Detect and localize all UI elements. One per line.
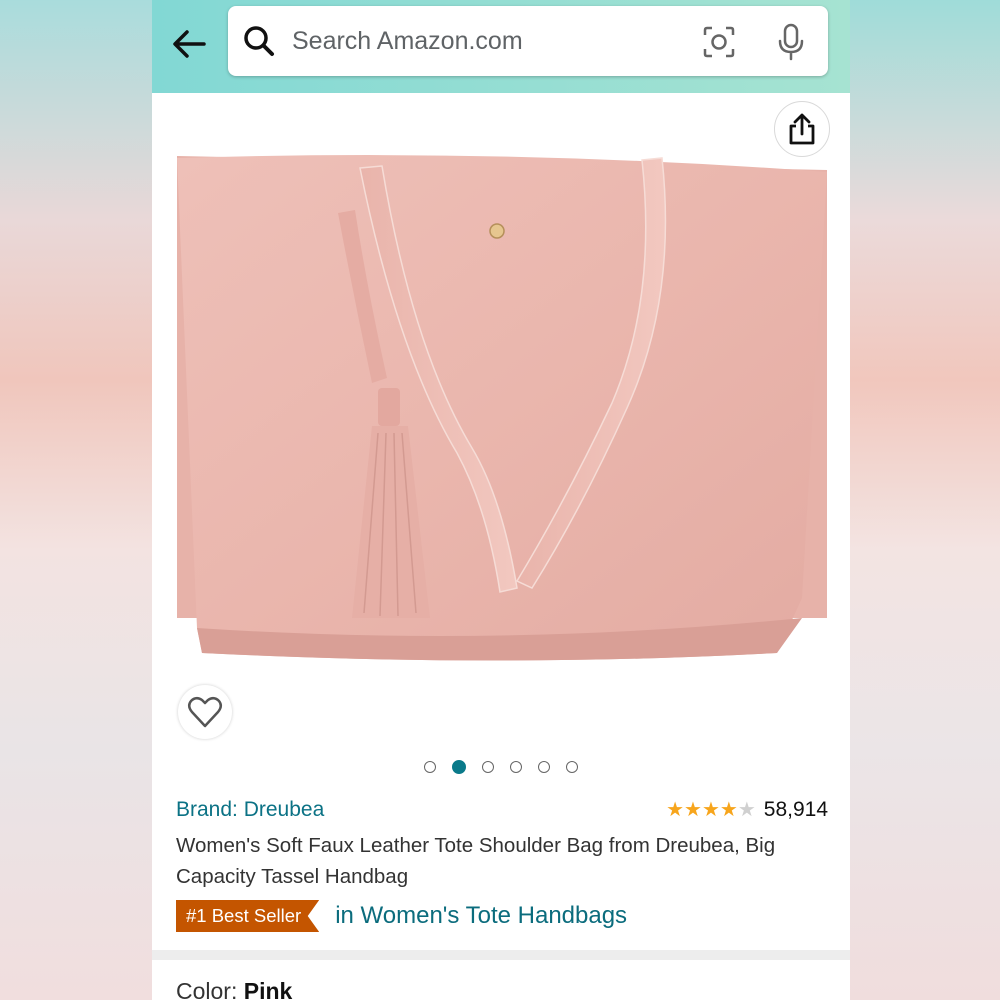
microphone-icon[interactable]	[774, 23, 808, 61]
product-info: Brand: Dreubea ★ ★ ★ ★ ★ 58,914 Women's …	[176, 798, 828, 932]
gallery-dot-active[interactable]	[452, 760, 466, 774]
gallery-dot[interactable]	[482, 761, 494, 773]
star-icon: ★	[666, 799, 685, 821]
product-image-gallery[interactable]	[152, 93, 850, 753]
star-rating: ★ ★ ★ ★ ★	[666, 800, 756, 820]
heart-icon	[188, 697, 222, 728]
gallery-dot[interactable]	[538, 761, 550, 773]
wishlist-button[interactable]	[178, 685, 232, 739]
best-seller-category-link[interactable]: in Women's Tote Handbags	[335, 902, 627, 930]
search-bar[interactable]	[228, 6, 828, 76]
search-icon	[244, 26, 274, 56]
back-button[interactable]	[170, 24, 210, 64]
back-arrow-icon	[173, 30, 206, 58]
search-input[interactable]	[290, 20, 674, 62]
camera-icon[interactable]	[702, 25, 736, 59]
star-icon: ★	[701, 799, 720, 821]
color-value: Pink	[243, 978, 293, 1000]
gallery-dot[interactable]	[566, 761, 578, 773]
best-seller-row[interactable]: #1 Best Seller in Women's Tote Handbags	[176, 900, 627, 932]
tote-bag-image	[177, 155, 827, 661]
gallery-pagination	[152, 753, 850, 781]
rating-count: 58,914	[763, 798, 828, 821]
color-selector: Color: Pink	[176, 978, 292, 1000]
star-icon: ★	[684, 799, 702, 821]
best-seller-badge: #1 Best Seller	[176, 900, 320, 932]
color-label: Color:	[176, 978, 238, 1000]
app-screen: Brand: Dreubea ★ ★ ★ ★ ★ 58,914 Women's …	[152, 0, 850, 1000]
section-divider	[152, 950, 850, 960]
product-title: Women's Soft Faux Leather Tote Shoulder …	[176, 834, 776, 888]
search-header	[152, 0, 850, 93]
star-icon: ★	[719, 799, 738, 821]
background-blur-right	[850, 0, 1000, 1000]
background-blur-left	[0, 0, 152, 1000]
star-empty-icon: ★	[737, 799, 756, 821]
rating-summary[interactable]: ★ ★ ★ ★ ★ 58,914	[666, 798, 828, 822]
gallery-dot[interactable]	[510, 761, 522, 773]
gallery-dot[interactable]	[424, 761, 436, 773]
share-icon	[789, 113, 815, 145]
